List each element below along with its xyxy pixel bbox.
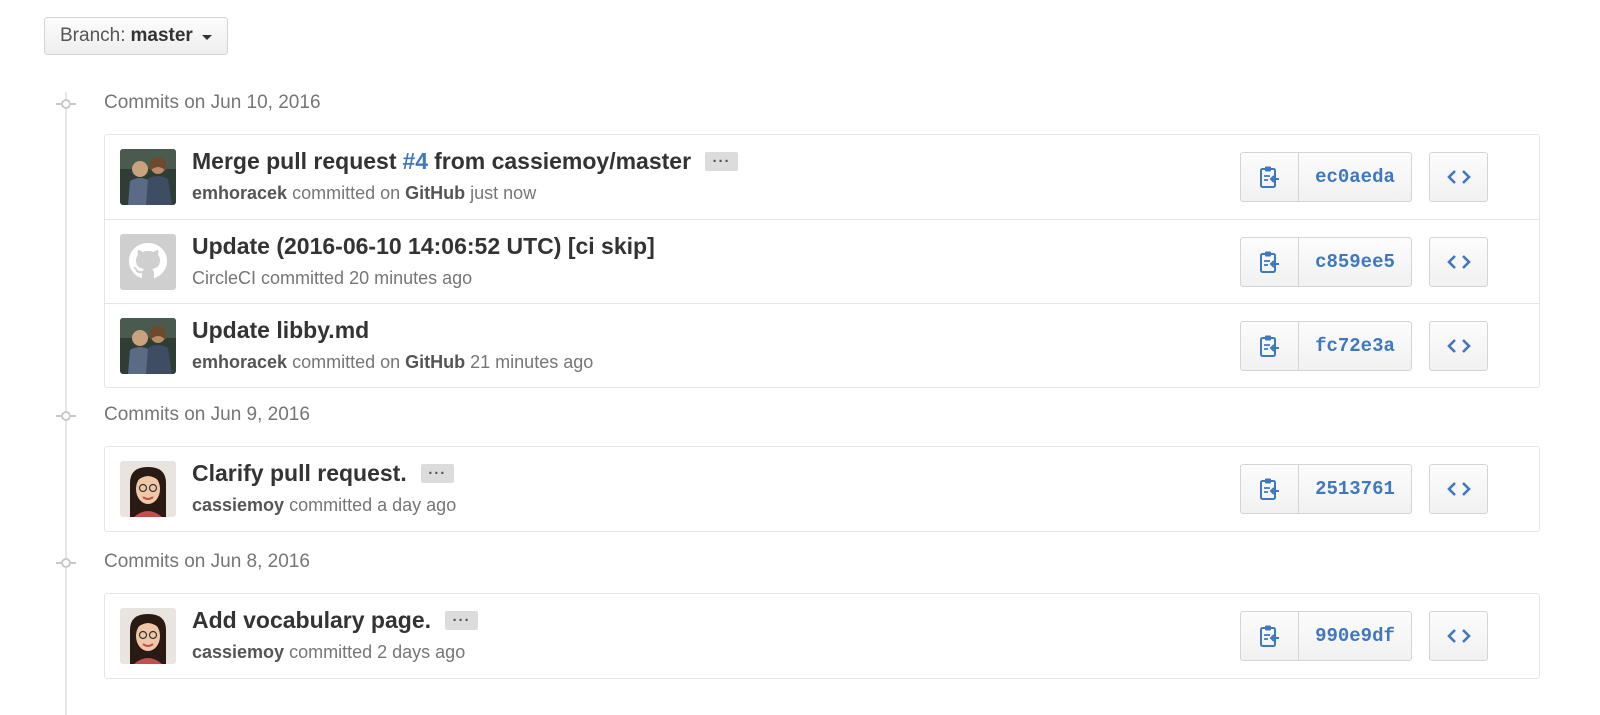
branch-name: master [130,25,193,46]
caret-down-icon [201,34,212,40]
commit-sha-group: fc72e3a [1240,321,1412,371]
commit-message-link[interactable]: Update (2016-06-10 14:06:52 UTC) [ci ski… [192,233,655,260]
expand-description-button[interactable]: ··· [705,152,739,171]
code-icon [1446,339,1471,353]
commit-sha-link[interactable]: 2513761 [1299,465,1411,513]
avatar[interactable] [120,608,176,664]
committer: GitHub [405,183,466,203]
commit-meta: CircleCI committed 20 minutes ago [192,268,472,289]
commit-group-header: Commits on Jun 10, 2016 [0,86,1600,122]
git-commit-icon [56,558,76,568]
commit-row: Clarify pull request. ··· cassiemoy commit… [105,447,1539,531]
commit-sha-link[interactable]: ec0aeda [1299,153,1411,201]
commit-sha-link[interactable]: 990e9df [1299,612,1411,660]
issue-link[interactable]: #4 [402,148,428,175]
commit-time: 21 minutes ago [470,352,594,372]
commit-message-link[interactable]: Merge pull request [192,148,396,175]
commit-group-header: Commits on Jun 8, 2016 [0,545,1600,581]
git-commit-icon [56,99,76,109]
browse-repo-button[interactable] [1429,321,1488,371]
clipboard-icon [1259,335,1279,357]
avatar[interactable] [120,461,176,517]
commit-time: 2 days ago [377,642,466,662]
committed-text: committed [289,495,373,515]
commit-message-link[interactable]: Clarify pull request. [192,460,407,487]
branch-label: Branch: [60,25,126,46]
commit-row: Merge pull request #4 from cassiemoy/maste… [105,135,1539,219]
browse-repo-button[interactable] [1429,152,1488,202]
code-icon [1446,482,1471,496]
committed-text: committed [289,642,373,662]
commit-meta: cassiemoy committed 2 days ago [192,642,465,663]
expand-description-button[interactable]: ··· [445,611,479,630]
browse-repo-button[interactable] [1429,464,1488,514]
clipboard-icon [1259,625,1279,647]
commit-sha-link[interactable]: fc72e3a [1299,322,1411,370]
commit-meta: emhoracek committed on GitHub 21 minutes… [192,352,593,373]
copy-sha-button[interactable] [1241,465,1299,513]
avatar[interactable] [120,234,176,290]
commit-list: Clarify pull request. ··· cassiemoy commit… [104,446,1540,532]
commit-row: Add vocabulary page. ··· cassiemoy committ… [105,594,1539,678]
committer: GitHub [405,352,466,372]
browse-repo-button[interactable] [1429,611,1488,661]
committed-text: committed on [292,352,401,372]
browse-repo-button[interactable] [1429,237,1488,287]
commit-list: Add vocabulary page. ··· cassiemoy committ… [104,593,1540,679]
expand-description-button[interactable]: ··· [420,464,454,483]
commit-message-link[interactable]: from cassiemoy/master [434,148,691,175]
commit-author[interactable]: emhoracek [192,352,287,372]
clipboard-icon [1259,166,1279,188]
commit-title: Update (2016-06-10 14:06:52 UTC) [ci ski… [192,233,655,260]
code-icon [1446,255,1471,269]
copy-sha-button[interactable] [1241,238,1299,286]
commit-group-header: Commits on Jun 9, 2016 [0,398,1600,434]
commit-group: Commits on Jun 9, 2016 Clarify pull requ… [0,398,1600,532]
commit-row: Update (2016-06-10 14:06:52 UTC) [ci ski… [105,219,1539,303]
commit-sha-link[interactable]: c859ee5 [1299,238,1411,286]
commit-list: Merge pull request #4 from cassiemoy/maste… [104,134,1540,388]
commit-group-date: Commits on Jun 8, 2016 [104,551,310,572]
commit-title: Add vocabulary page. ··· [192,607,479,634]
clipboard-icon [1259,251,1279,273]
commit-author[interactable]: cassiemoy [192,642,284,662]
commit-author[interactable]: cassiemoy [192,495,284,515]
commit-sha-group: ec0aeda [1240,152,1412,202]
code-icon [1446,629,1471,643]
commit-title: Merge pull request #4 from cassiemoy/maste… [192,148,739,175]
commit-sha-group: 990e9df [1240,611,1412,661]
commit-time: just now [470,183,537,203]
copy-sha-button[interactable] [1241,153,1299,201]
commit-sha-group: 2513761 [1240,464,1412,514]
branch-select-button[interactable]: Branch: master [44,17,228,55]
commit-message-link[interactable]: Add vocabulary page. [192,607,431,634]
commit-message-link[interactable]: Update libby.md [192,317,369,344]
clipboard-icon [1259,478,1279,500]
commit-group-date: Commits on Jun 10, 2016 [104,92,321,113]
commit-row: Update libby.md emhoracek committed on Gi… [105,303,1539,387]
commit-title: Clarify pull request. ··· [192,460,454,487]
commit-group: Commits on Jun 8, 2016 Add vocabulary pa… [0,545,1600,679]
commit-group: Commits on Jun 10, 2016 Merge pull reque… [0,86,1600,388]
commit-time: 20 minutes ago [349,268,473,288]
commit-meta: emhoracek committed on GitHub just now [192,183,536,204]
code-icon [1446,170,1471,184]
git-commit-icon [56,411,76,421]
copy-sha-button[interactable] [1241,612,1299,660]
avatar[interactable] [120,318,176,374]
commit-author[interactable]: emhoracek [192,183,287,203]
commit-group-date: Commits on Jun 9, 2016 [104,404,310,425]
copy-sha-button[interactable] [1241,322,1299,370]
committed-text: committed on [292,183,401,203]
commit-time: a day ago [377,495,457,515]
commit-author[interactable]: CircleCI [192,268,256,288]
committed-text: committed [261,268,345,288]
commit-title: Update libby.md [192,317,369,344]
commit-meta: cassiemoy committed a day ago [192,495,456,516]
avatar[interactable] [120,149,176,205]
commit-sha-group: c859ee5 [1240,237,1412,287]
